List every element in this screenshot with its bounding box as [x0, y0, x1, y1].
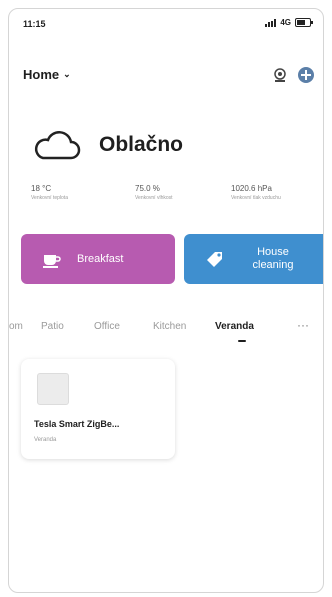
add-icon[interactable]	[297, 66, 315, 84]
tab-veranda[interactable]: Veranda	[215, 321, 254, 332]
stat-label: Venkovní teplota	[31, 195, 68, 201]
scene-label: Breakfast	[77, 252, 124, 265]
stat-value: 1020.6 hPa	[231, 184, 272, 193]
device-name: Tesla Smart ZigBe...	[34, 419, 120, 429]
humidity-stat: 75.0 % Venkovní vlhkost	[135, 184, 173, 201]
home-label: Home	[23, 67, 60, 82]
weather-condition: Oblačno	[99, 133, 184, 156]
status-bar: 11:15 4G	[9, 9, 323, 39]
room-tabs: om Patio Office Kitchen Veranda ···	[9, 318, 323, 351]
network-type: 4G	[280, 18, 291, 27]
chevron-down-icon: ⌄	[63, 69, 71, 79]
app-header: Home ⌄	[9, 65, 323, 89]
device-card[interactable]: Tesla Smart ZigBe... Veranda	[21, 359, 175, 459]
pressure-stat: 1020.6 hPa Venkovní tlak vzduchu	[231, 184, 281, 201]
more-tabs-button[interactable]: ···	[297, 318, 309, 332]
stat-value: 18 °C	[31, 184, 52, 193]
coffee-cup-icon	[43, 255, 61, 268]
weather-stats: 18 °C Venkovní teplota 75.0 % Venkovní v…	[23, 184, 313, 208]
home-selector[interactable]: Home ⌄	[23, 67, 71, 82]
active-tab-indicator	[238, 340, 246, 342]
camera-icon[interactable]	[271, 66, 289, 84]
device-thumbnail	[37, 373, 69, 405]
stat-value: 75.0 %	[135, 184, 160, 193]
battery-icon	[295, 18, 313, 27]
scene-breakfast-button[interactable]: Breakfast	[21, 234, 175, 284]
phone-screen: 11:15 4G Home ⌄ Oblačno 18 °C Venkovní t…	[8, 8, 324, 593]
tab-room[interactable]: om	[9, 321, 23, 332]
tab-patio[interactable]: Patio	[41, 321, 64, 332]
stat-label: Venkovní tlak vzduchu	[231, 195, 281, 201]
temperature-stat: 18 °C Venkovní teplota	[31, 184, 68, 201]
status-icons: 4G	[265, 18, 313, 27]
cloud-icon	[34, 131, 81, 160]
stat-label: Venkovní vlhkost	[135, 195, 173, 201]
tag-icon	[207, 252, 222, 267]
scene-label: House cleaning	[252, 246, 294, 271]
tab-office[interactable]: Office	[94, 321, 120, 332]
status-time: 11:15	[23, 19, 46, 29]
signal-icon	[265, 18, 277, 27]
tab-kitchen[interactable]: Kitchen	[153, 321, 186, 332]
device-room: Veranda	[34, 437, 57, 443]
scene-house-cleaning-button[interactable]: House cleaning	[184, 234, 323, 284]
